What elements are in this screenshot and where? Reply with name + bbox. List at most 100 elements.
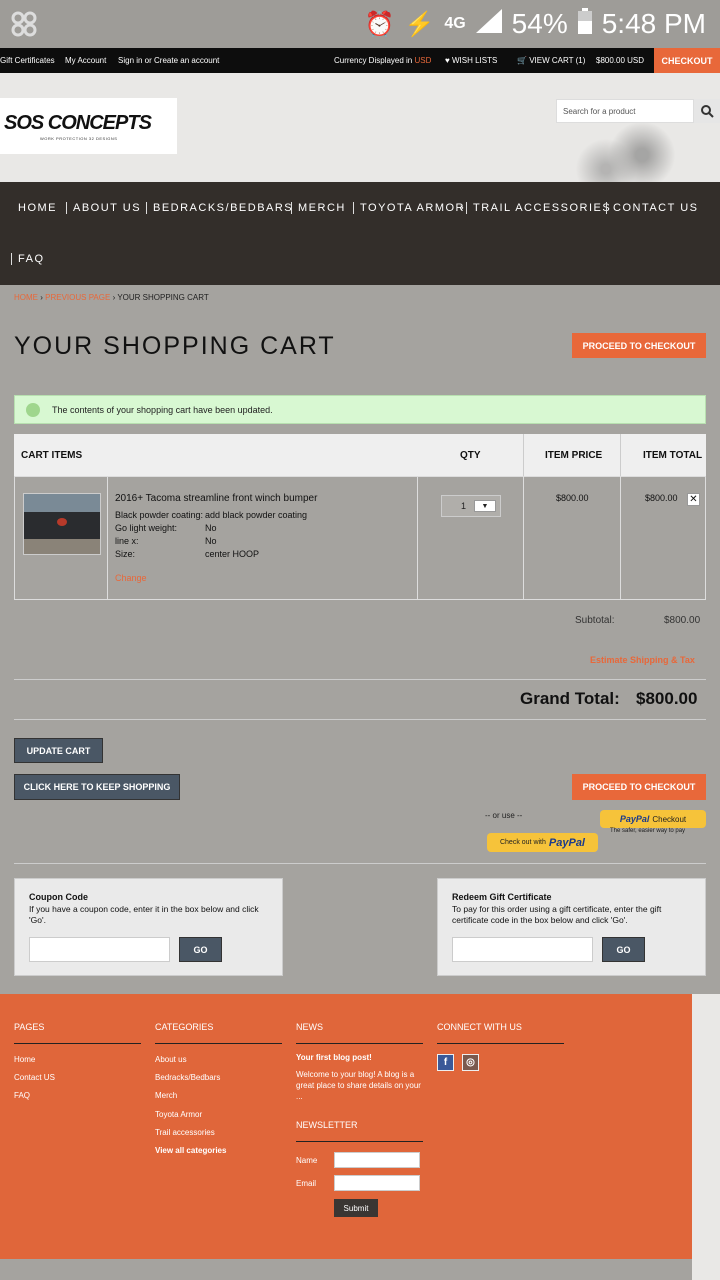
column-divider — [523, 477, 524, 599]
coupon-title: Coupon Code — [29, 892, 88, 902]
column-divider — [107, 477, 108, 599]
footer-category-link[interactable]: Trail accessories — [155, 1128, 215, 1137]
estimate-shipping-link[interactable]: Estimate Shipping & Tax — [590, 655, 695, 665]
paypal-tagline: The safer, easier way to pay — [610, 828, 686, 834]
newsletter-name-input[interactable] — [334, 1152, 420, 1168]
footer-category-link[interactable]: Toyota Armor — [155, 1110, 202, 1119]
proceed-checkout-button[interactable]: PROCEED TO CHECKOUT — [572, 333, 706, 358]
product-name[interactable]: 2016+ Tacoma streamline front winch bump… — [115, 493, 317, 504]
gift-description: To pay for this order using a gift certi… — [452, 904, 662, 925]
remove-item-button[interactable]: ✕ — [687, 493, 700, 506]
paint-splatter-decoration — [570, 113, 690, 182]
facebook-icon[interactable]: f — [437, 1054, 454, 1071]
nav-item-contact-us[interactable]: CONTACT US — [606, 202, 699, 214]
or-use-text: -- or use -- — [485, 811, 523, 820]
footer-news-title: NEWS — [296, 1022, 423, 1044]
change-options-link[interactable]: Change — [115, 573, 147, 583]
battery-percent: 54% — [511, 8, 568, 39]
my-account-link[interactable]: My Account — [65, 56, 106, 65]
footer-category-link[interactable]: Bedracks/Bedbars — [155, 1073, 220, 1082]
cart-total: $800.00 USD — [596, 56, 645, 65]
wish-lists-label: WISH LISTS — [451, 56, 498, 65]
top-utility-bar: Gift Certificates My Account Sign in or … — [0, 48, 720, 73]
gift-certificate-input[interactable] — [452, 937, 593, 962]
keep-shopping-button[interactable]: CLICK HERE TO KEEP SHOPPING — [14, 774, 180, 800]
paypal-express-button[interactable]: Check out with PayPal — [487, 833, 598, 852]
coupon-input[interactable] — [29, 937, 170, 962]
blog-post-title[interactable]: Your first blog post! — [296, 1053, 372, 1062]
newsletter-email-label: Email — [296, 1179, 317, 1188]
breadcrumb-home[interactable]: HOME — [14, 293, 38, 302]
success-icon — [26, 403, 40, 417]
header-cart-items: CART ITEMS — [21, 450, 83, 461]
option-value: center HOOP — [205, 549, 260, 559]
currency-label: Currency Displayed in — [334, 56, 413, 65]
search-button[interactable] — [694, 99, 720, 123]
gift-certificate-box: Redeem Gift Certificate To pay for this … — [437, 878, 706, 976]
divider — [14, 863, 706, 864]
option-label: line x: — [115, 536, 139, 546]
coupon-description: If you have a coupon code, enter it in t… — [29, 904, 259, 925]
update-cart-button[interactable]: UPDATE CART — [14, 738, 103, 763]
footer-category-link[interactable]: About us — [155, 1055, 187, 1064]
footer-link-faq[interactable]: FAQ — [14, 1091, 30, 1100]
checkout-button-top[interactable]: CHECKOUT — [654, 48, 720, 73]
footer-view-all-categories[interactable]: View all categories — [155, 1146, 226, 1155]
cart-table-header: CART ITEMS QTY ITEM PRICE ITEM TOTAL — [14, 434, 706, 476]
footer-pages-title: PAGES — [14, 1022, 141, 1044]
heart-icon: ♥ — [445, 56, 450, 65]
product-thumbnail[interactable] — [23, 493, 101, 555]
nav-item-bedracks[interactable]: BEDRACKS/BEDBARS — [146, 202, 293, 214]
divider — [14, 679, 706, 680]
view-cart-link[interactable]: 🛒 VIEW CART (1) — [517, 56, 585, 65]
footer-category-link[interactable]: Merch — [155, 1091, 177, 1100]
nav-item-toyota-armor[interactable]: TOYOTA ARMOR — [353, 202, 465, 214]
search-input[interactable]: Search for a product — [556, 99, 694, 123]
header-divider — [620, 434, 621, 476]
footer-connect-title: CONNECT WITH US — [437, 1022, 564, 1044]
breadcrumb: HOME › PREVIOUS PAGE › YOUR SHOPPING CAR… — [14, 293, 209, 302]
newsletter-name-label: Name — [296, 1156, 318, 1165]
paypal-logo: PayPal — [619, 814, 650, 824]
newsletter-email-input[interactable] — [334, 1175, 420, 1191]
quantity-value: 1 — [461, 501, 467, 511]
option-value: No — [205, 536, 217, 546]
nav-item-home[interactable]: HOME — [18, 202, 57, 214]
battery-icon — [577, 7, 592, 41]
footer-link-home[interactable]: Home — [14, 1055, 35, 1064]
coupon-box: Coupon Code If you have a coupon code, e… — [14, 878, 283, 976]
signal-icon — [475, 8, 502, 40]
sign-in-link[interactable]: Sign in or Create an account — [118, 56, 219, 65]
instagram-icon[interactable]: ◎ — [462, 1054, 479, 1071]
item-price: $800.00 — [556, 493, 589, 503]
nav-item-merch[interactable]: MERCH — [291, 202, 346, 214]
nav-item-about-us[interactable]: ABOUT US — [66, 202, 141, 214]
alarm-icon: ⏰ — [364, 10, 395, 38]
breadcrumb-current: YOUR SHOPPING CART — [117, 293, 209, 302]
gift-title: Redeem Gift Certificate — [452, 892, 552, 902]
paypal-checkout-button[interactable]: PayPal Checkout — [600, 810, 706, 828]
coupon-go-button[interactable]: GO — [179, 937, 222, 962]
nav-item-faq[interactable]: FAQ — [11, 253, 45, 265]
page-title: YOUR SHOPPING CART — [14, 332, 336, 360]
site-logo[interactable]: SOS CONCEPTS WORK PROTECTION 32 DESIGNS — [0, 98, 177, 154]
item-total: $800.00 — [645, 493, 678, 503]
chevron-right-icon: › — [460, 202, 466, 214]
search-icon — [700, 104, 714, 118]
gift-certificates-link[interactable]: Gift Certificates — [0, 56, 55, 65]
paypal-express-label: Check out with — [499, 839, 546, 846]
option-label: Black powder coating: — [115, 510, 204, 520]
footer-link-contact[interactable]: Contact US — [14, 1073, 55, 1082]
proceed-checkout-button-bottom[interactable]: PROCEED TO CHECKOUT — [572, 774, 706, 800]
header-item-total: ITEM TOTAL — [643, 450, 703, 461]
nav-item-trail-accessories[interactable]: TRAIL ACCESSORIES — [466, 202, 611, 214]
wish-lists-link[interactable]: ♥ WISH LISTS — [445, 56, 497, 65]
quantity-select[interactable]: 1 ▼ — [441, 495, 501, 517]
gift-go-button[interactable]: GO — [602, 937, 645, 962]
site-header: SOS CONCEPTS WORK PROTECTION 32 DESIGNS … — [0, 73, 720, 182]
notice-text: The contents of your shopping cart have … — [52, 405, 273, 415]
currency-link[interactable]: USD — [415, 56, 432, 65]
newsletter-submit-button[interactable]: Submit — [334, 1199, 378, 1217]
breadcrumb-previous[interactable]: PREVIOUS PAGE — [45, 293, 110, 302]
paypal-checkout-label: Checkout — [652, 814, 687, 824]
